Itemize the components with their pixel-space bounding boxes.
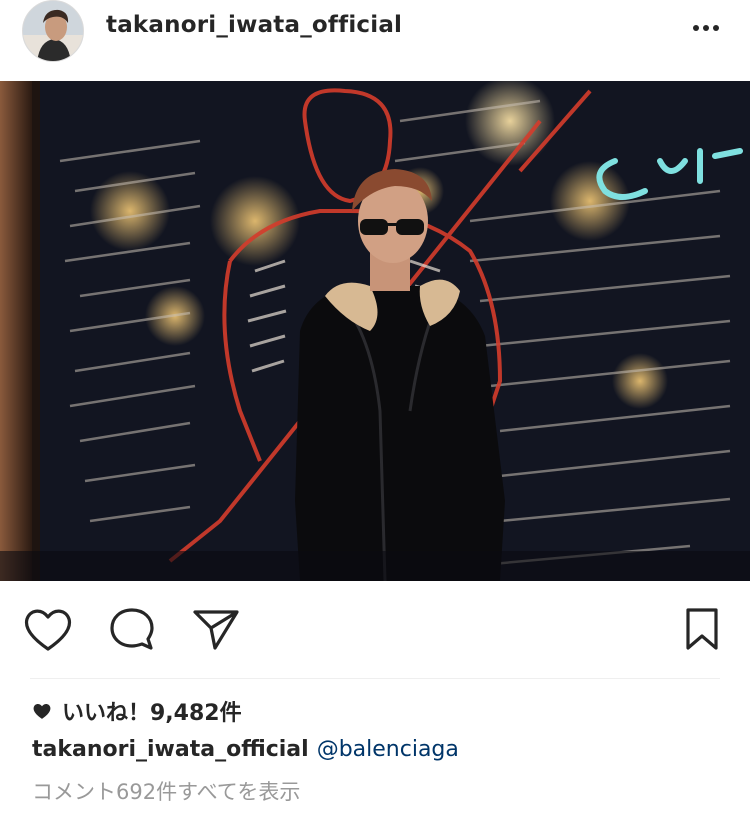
share-paper-plane-icon[interactable] [188, 603, 244, 655]
actions-divider [30, 678, 720, 679]
instagram-post: takanori_iwata_official いいね！9,482件 takan… [0, 0, 750, 824]
post-image [0, 81, 750, 581]
likes-heart-icon [32, 702, 52, 720]
header-username[interactable]: takanori_iwata_official [106, 12, 402, 38]
caption-username[interactable]: takanori_iwata_official [32, 737, 309, 762]
post-actions [0, 581, 750, 677]
post-caption: takanori_iwata_official @balenciaga [32, 737, 459, 762]
like-heart-icon[interactable] [20, 603, 76, 655]
more-options-icon[interactable] [688, 14, 724, 42]
avatar-image [23, 1, 83, 61]
view-all-comments-link[interactable]: コメント692件すべてを表示 [32, 776, 300, 806]
bookmark-icon[interactable] [680, 603, 724, 655]
post-header: takanori_iwata_official [0, 0, 750, 81]
comment-bubble-icon[interactable] [104, 603, 160, 655]
post-photo[interactable] [0, 81, 750, 581]
likes-text: いいね！9,482件 [62, 701, 242, 726]
likes-count[interactable]: いいね！9,482件 [32, 697, 242, 726]
cutoff-content [32, 816, 72, 824]
avatar[interactable] [22, 0, 84, 62]
caption-mention[interactable]: @balenciaga [317, 737, 459, 762]
